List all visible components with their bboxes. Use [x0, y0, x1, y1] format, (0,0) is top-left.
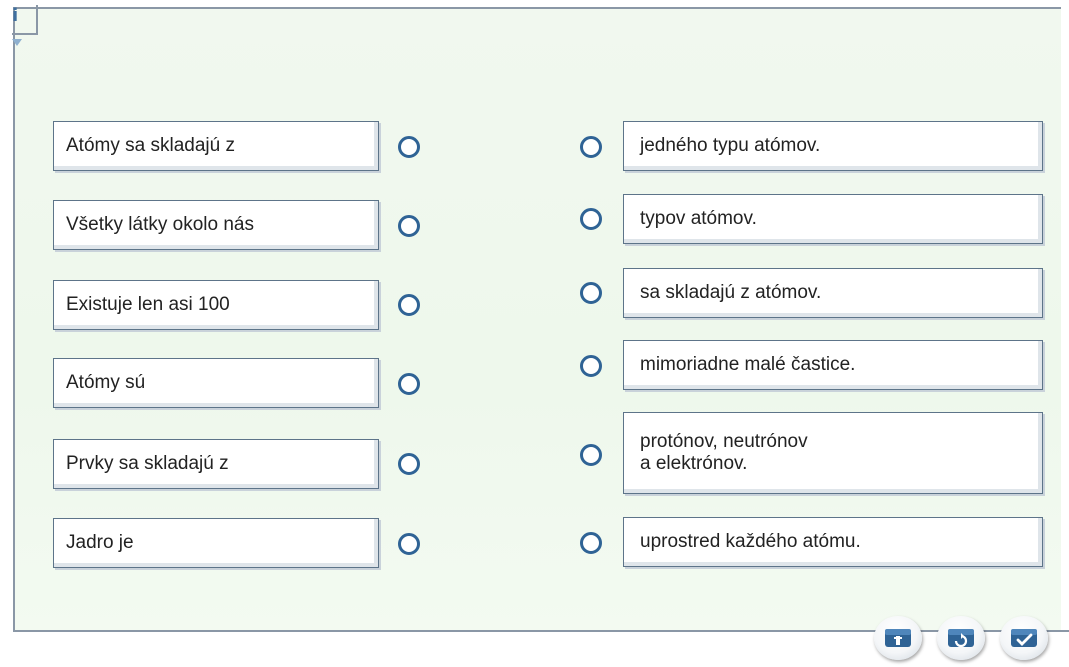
left-item-label: Jadro je: [66, 532, 134, 553]
right-connector-3[interactable]: [580, 282, 602, 304]
right-connector-6[interactable]: [580, 532, 602, 554]
left-connector-5[interactable]: [398, 453, 420, 475]
right-item-label: sa skladajú z atómov.: [640, 282, 822, 303]
right-item-label: uprostred každého atómu.: [640, 531, 861, 552]
left-item-label: Atómy sa skladajú z: [66, 135, 235, 156]
check-icon: [1011, 629, 1037, 647]
info-tab-border: [36, 5, 38, 35]
right-connector-5[interactable]: [580, 444, 602, 466]
hint-icon: [885, 629, 911, 647]
right-item-2[interactable]: typov atómov.: [623, 194, 1043, 244]
left-item-label: Existuje len asi 100: [66, 294, 230, 315]
right-item-label: jedného typu atómov.: [640, 135, 821, 156]
panel-border-tail: [1058, 630, 1069, 632]
right-connector-4[interactable]: [580, 355, 602, 377]
left-item-label: Atómy sú: [66, 372, 146, 393]
expand-arrow-icon[interactable]: [12, 39, 22, 46]
left-connector-1[interactable]: [398, 136, 420, 158]
left-item-2[interactable]: Všetky látky okolo nás: [53, 200, 379, 250]
right-item-6[interactable]: uprostred každého atómu.: [623, 517, 1043, 567]
left-item-5[interactable]: Prvky sa skladajú z: [53, 439, 379, 489]
left-item-label: Prvky sa skladajú z: [66, 453, 229, 474]
right-item-label: typov atómov.: [640, 208, 757, 229]
left-item-6[interactable]: Jadro je: [53, 518, 379, 568]
right-connector-1[interactable]: [580, 136, 602, 158]
left-item-3[interactable]: Existuje len asi 100: [53, 280, 379, 330]
info-icon[interactable]: i: [12, 5, 18, 26]
right-item-label: mimoriadne malé častice.: [640, 354, 856, 375]
left-connector-6[interactable]: [398, 533, 420, 555]
reset-button[interactable]: [937, 616, 985, 660]
info-tab[interactable]: i: [8, 5, 38, 53]
left-item-4[interactable]: Atómy sú: [53, 358, 379, 408]
left-connector-3[interactable]: [398, 294, 420, 316]
left-connector-4[interactable]: [398, 373, 420, 395]
left-item-1[interactable]: Atómy sa skladajú z: [53, 121, 379, 171]
right-connector-2[interactable]: [580, 208, 602, 230]
info-tab-divider: [12, 33, 36, 35]
right-item-3[interactable]: sa skladajú z atómov.: [623, 268, 1043, 318]
right-item-label: protónov, neutrónov a elektrónov.: [640, 431, 808, 474]
left-connector-2[interactable]: [398, 215, 420, 237]
right-item-4[interactable]: mimoriadne malé častice.: [623, 340, 1043, 390]
hint-button[interactable]: [874, 616, 922, 660]
left-item-label: Všetky látky okolo nás: [66, 214, 254, 235]
check-button[interactable]: [1000, 616, 1048, 660]
right-item-1[interactable]: jedného typu atómov.: [623, 121, 1043, 171]
reset-icon: [948, 629, 974, 648]
right-item-5[interactable]: protónov, neutrónov a elektrónov.: [623, 412, 1043, 494]
